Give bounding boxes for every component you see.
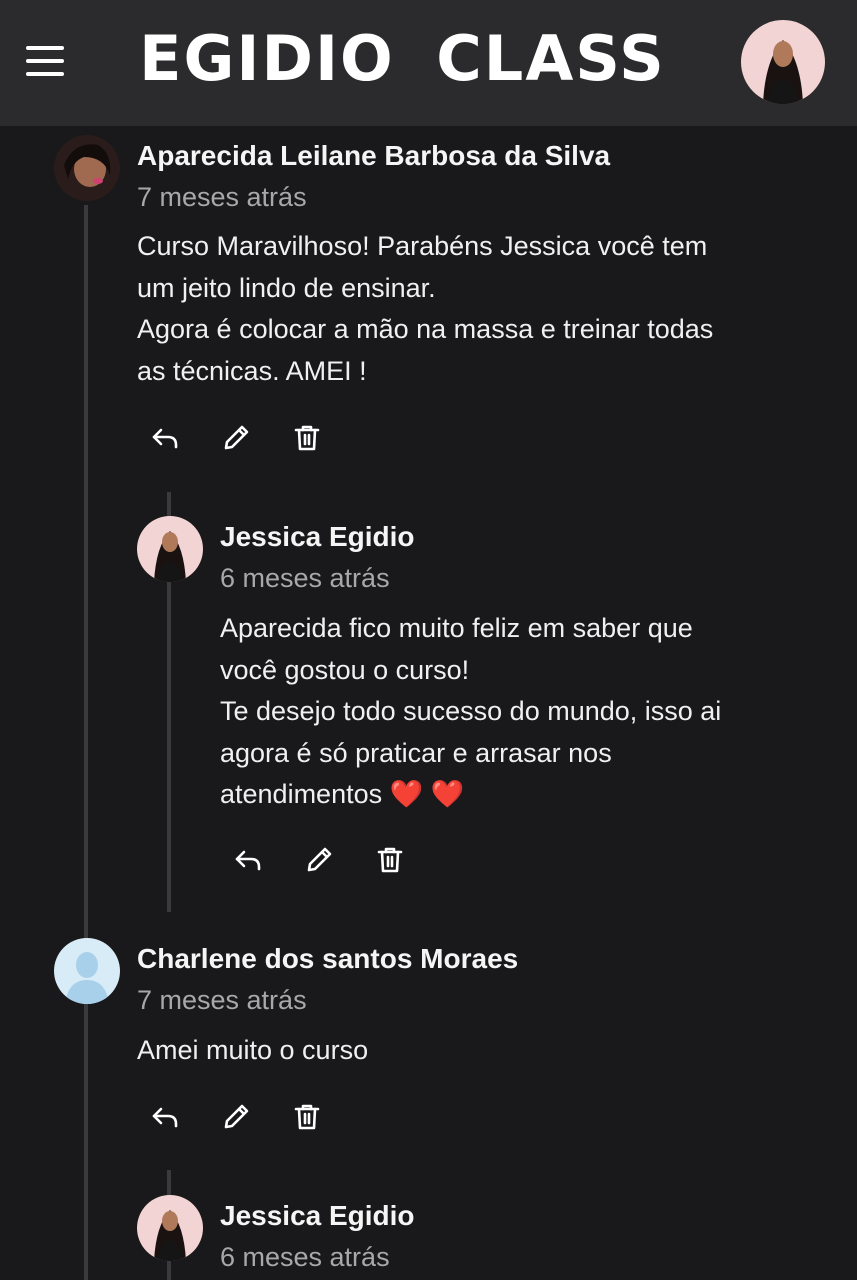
- comment-time: 7 meses atrás: [137, 985, 307, 1015]
- heart-emoji: ❤️ ❤️: [389, 779, 465, 809]
- profile-avatar[interactable]: [741, 20, 825, 104]
- comment-time: 7 meses atrás: [137, 182, 307, 212]
- top-bar: EGIDIO CLASS: [0, 0, 857, 126]
- reply-time: 6 meses atrás: [220, 563, 390, 593]
- reply-author: Jessica Egidio: [220, 521, 415, 552]
- thread-line: [84, 205, 88, 1280]
- delete-trash-icon[interactable]: [370, 840, 410, 880]
- reply-actions: [228, 840, 428, 880]
- comment-line: Agora é colocar a mão na massa e treinar…: [137, 314, 714, 344]
- edit-pencil-icon[interactable]: [216, 1097, 256, 1137]
- avatar: [54, 938, 120, 1004]
- delete-trash-icon[interactable]: [287, 418, 327, 458]
- reply-time: 6 meses atrás: [220, 1242, 390, 1272]
- reply-body: Aparecida fico muito feliz em saber que …: [220, 608, 721, 816]
- reply-line-last: atendimentos ❤️ ❤️: [220, 774, 721, 816]
- avatar: [137, 1195, 203, 1261]
- reply-line: agora é só praticar e arrasar nos: [220, 737, 612, 768]
- avatar: [54, 135, 120, 201]
- delete-trash-icon[interactable]: [287, 1097, 327, 1137]
- comment-author: Charlene dos santos Moraes: [137, 943, 519, 974]
- comment-body: Curso Maravilhoso! Parabéns Jessica você…: [137, 226, 713, 392]
- comment-line: Curso Maravilhoso! Parabéns Jessica você…: [137, 231, 708, 261]
- comment-line: as técnicas. AMEI !: [137, 355, 367, 386]
- comment-actions: [145, 418, 345, 458]
- reply-author: Jessica Egidio: [220, 1200, 415, 1231]
- reply-icon[interactable]: [145, 1097, 185, 1137]
- comment-actions: [145, 1097, 345, 1137]
- reply-line: atendimentos: [220, 779, 383, 809]
- reply-icon[interactable]: [228, 840, 268, 880]
- brand-title: EGIDIO CLASS: [139, 22, 666, 95]
- edit-pencil-icon[interactable]: [299, 840, 339, 880]
- comment-line: Amei muito o curso: [137, 1035, 369, 1065]
- comment-author: Aparecida Leilane Barbosa da Silva: [137, 140, 611, 171]
- reply-icon[interactable]: [145, 418, 185, 458]
- reply-line: Te desejo todo sucesso do mundo, isso ai: [220, 696, 722, 726]
- reply-line: Aparecida fico muito feliz em saber que: [220, 613, 693, 643]
- reply-line: você gostou o curso!: [220, 654, 470, 685]
- comment-line: um jeito lindo de ensinar.: [137, 272, 436, 303]
- avatar: [137, 516, 203, 582]
- comment-body: Amei muito o curso: [137, 1030, 368, 1072]
- edit-pencil-icon[interactable]: [216, 418, 256, 458]
